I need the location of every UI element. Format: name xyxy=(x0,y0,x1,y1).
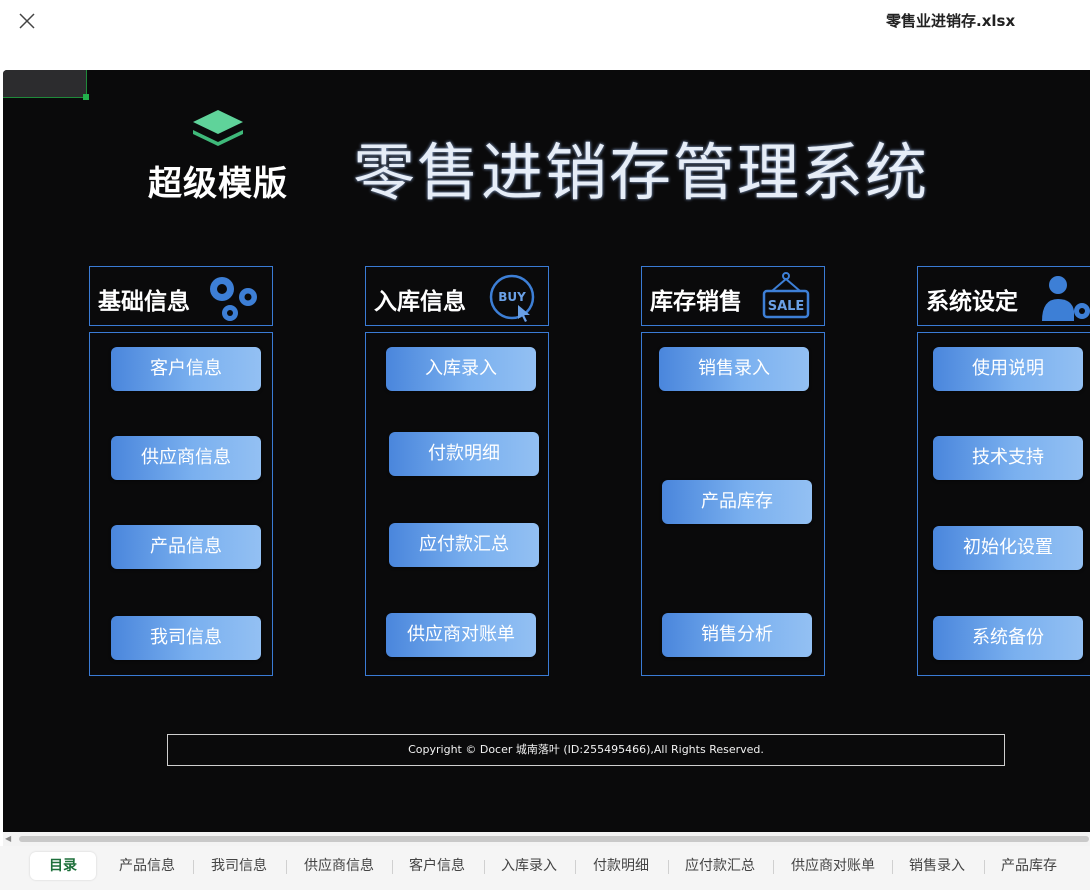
section-title: 库存销售 xyxy=(650,289,742,315)
tech-support-button[interactable]: 技术支持 xyxy=(933,436,1083,480)
scrollbar-thumb[interactable] xyxy=(19,836,1089,842)
tab-separator xyxy=(392,860,393,874)
copyright-notice: Copyright © Docer 城南落叶 (ID:255495466),Al… xyxy=(167,734,1005,766)
tab-customer-info[interactable]: 客户信息 xyxy=(398,852,476,880)
tab-product-info[interactable]: 产品信息 xyxy=(108,852,186,880)
tab-separator xyxy=(892,860,893,874)
selected-cell[interactable] xyxy=(3,70,87,98)
section-body-system: 使用说明 技术支持 初始化设置 系统备份 xyxy=(917,332,1090,676)
gears-icon xyxy=(210,277,257,321)
section-body-inbound: 入库录入 付款明细 应付款汇总 供应商对账单 xyxy=(365,332,549,676)
supplier-statement-button[interactable]: 供应商对账单 xyxy=(386,613,536,657)
sales-analysis-button[interactable]: 销售分析 xyxy=(662,613,812,657)
company-info-button[interactable]: 我司信息 xyxy=(111,616,261,660)
section-body-basic-info: 客户信息 供应商信息 产品信息 我司信息 xyxy=(89,332,273,676)
customer-info-button[interactable]: 客户信息 xyxy=(111,347,261,391)
tab-supplier-statement[interactable]: 供应商对账单 xyxy=(780,852,886,880)
file-title: 零售业进销存.xlsx xyxy=(886,12,1016,30)
tab-inbound-entry[interactable]: 入库录入 xyxy=(490,852,568,880)
inbound-entry-button[interactable]: 入库录入 xyxy=(386,347,536,391)
section-header-basic-info: 基础信息 xyxy=(89,266,273,326)
user-settings-icon xyxy=(1042,276,1090,321)
system-backup-button[interactable]: 系统备份 xyxy=(933,616,1083,660)
section-title: 基础信息 xyxy=(98,289,190,315)
user-guide-button[interactable]: 使用说明 xyxy=(933,347,1083,391)
horizontal-scrollbar[interactable]: ◀ xyxy=(3,832,1090,846)
tab-separator xyxy=(773,860,774,874)
fill-handle[interactable] xyxy=(83,94,89,100)
spreadsheet-canvas[interactable]: 超级模版 零售进销存管理系统 基础信息 客户信息 供应商信息 产品信息 我司信息… xyxy=(3,70,1090,832)
page-title: 零售进销存管理系统 xyxy=(353,136,930,209)
layers-icon xyxy=(193,110,243,146)
tab-separator xyxy=(193,860,194,874)
title-bar: 零售业进销存.xlsx xyxy=(0,0,1090,70)
product-stock-button[interactable]: 产品库存 xyxy=(662,480,812,524)
scroll-left-icon[interactable]: ◀ xyxy=(5,834,15,844)
tab-product-stock[interactable]: 产品库存 xyxy=(990,852,1068,880)
tab-catalog[interactable]: 目录 xyxy=(30,852,96,880)
section-header-inbound: 入库信息 BUY xyxy=(365,266,549,326)
section-header-system: 系统设定 xyxy=(917,266,1090,326)
payment-detail-button[interactable]: 付款明细 xyxy=(389,432,539,476)
buy-icon: BUY xyxy=(489,274,535,322)
tab-separator xyxy=(286,860,287,874)
sales-entry-button[interactable]: 销售录入 xyxy=(659,347,809,391)
logo: 超级模版 xyxy=(143,108,293,204)
sale-sign-icon: SALE xyxy=(762,272,810,319)
sheet-tab-bar: 目录 产品信息 我司信息 供应商信息 客户信息 入库录入 付款明细 应付款汇总 … xyxy=(0,846,1090,890)
tab-supplier-info[interactable]: 供应商信息 xyxy=(294,852,384,880)
tab-payment-detail[interactable]: 付款明细 xyxy=(582,852,660,880)
product-info-button[interactable]: 产品信息 xyxy=(111,525,261,569)
logo-text: 超级模版 xyxy=(148,164,288,204)
close-icon[interactable] xyxy=(14,8,40,34)
tab-sales-entry[interactable]: 销售录入 xyxy=(898,852,976,880)
section-body-stock-sales: 销售录入 产品库存 销售分析 xyxy=(641,332,825,676)
section-header-stock-sales: 库存销售 SALE xyxy=(641,266,825,326)
tab-payables-summary[interactable]: 应付款汇总 xyxy=(674,852,766,880)
svg-text:SALE: SALE xyxy=(768,299,805,314)
tab-separator xyxy=(984,860,985,874)
tab-separator xyxy=(575,860,576,874)
section-title: 入库信息 xyxy=(374,289,466,315)
tab-separator xyxy=(668,860,669,874)
tab-separator xyxy=(484,860,485,874)
svg-text:BUY: BUY xyxy=(498,290,526,304)
payables-summary-button[interactable]: 应付款汇总 xyxy=(389,523,539,567)
section-title: 系统设定 xyxy=(926,289,1018,315)
tab-company-info[interactable]: 我司信息 xyxy=(200,852,278,880)
init-settings-button[interactable]: 初始化设置 xyxy=(933,526,1083,570)
supplier-info-button[interactable]: 供应商信息 xyxy=(111,436,261,480)
